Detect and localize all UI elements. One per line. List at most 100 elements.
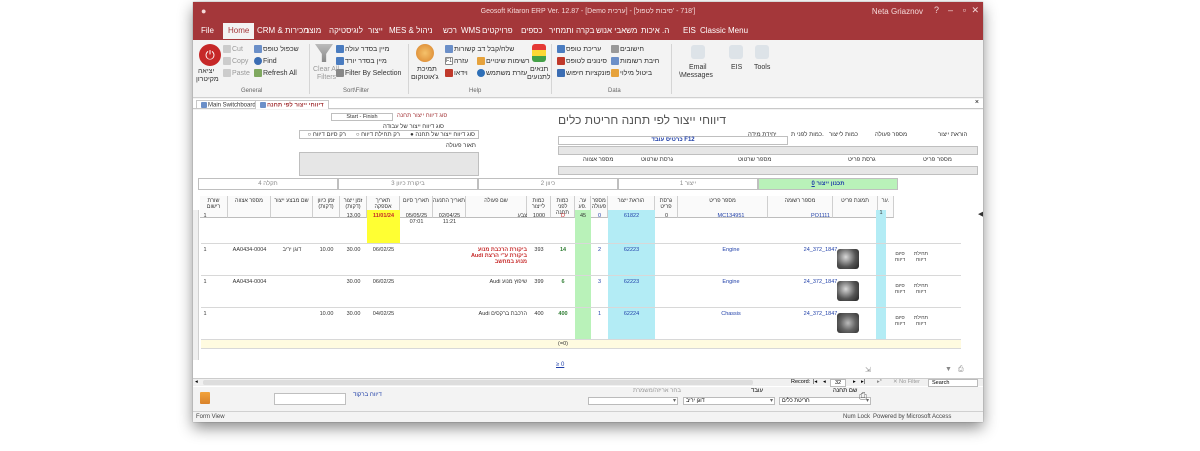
tab-production-planning[interactable]: תכנון ייצור 0: [758, 178, 898, 190]
paste-button[interactable]: Paste: [223, 69, 250, 77]
eis-label[interactable]: EIS: [731, 64, 742, 71]
record-prev-icon[interactable]: ◂: [823, 379, 826, 385]
eis-icon[interactable]: [729, 45, 743, 59]
worker-dropdown[interactable]: דוגן יריב: [683, 397, 775, 405]
conditions-label[interactable]: תנאים: [530, 66, 548, 73]
email-icon[interactable]: [691, 45, 705, 59]
barcode-field[interactable]: [274, 393, 346, 405]
radio-start-only[interactable]: ○ רק תחילת דיווח: [356, 132, 400, 138]
copy-button[interactable]: Copy: [223, 57, 248, 65]
menu-logistics[interactable]: לוגיסטיקה: [329, 26, 363, 35]
tab-main-switchboard[interactable]: Main Switchboard: [196, 100, 261, 109]
shift-dropdown[interactable]: [588, 397, 678, 405]
close-tab-icon[interactable]: ×: [975, 99, 979, 106]
duplicate-form-button[interactable]: שכפול טופס: [254, 45, 299, 53]
scroll-left-icon[interactable]: ◂: [195, 379, 198, 385]
menu-purchase[interactable]: רכש: [443, 26, 457, 35]
maximize-icon[interactable]: ▫: [963, 5, 966, 15]
tools-label[interactable]: Tools: [754, 64, 770, 71]
record-next-icon[interactable]: ▸: [853, 379, 856, 385]
contact-button[interactable]: שלח/קבל דב קשורות: [445, 45, 514, 53]
calculations-button[interactable]: חישובים: [611, 45, 644, 53]
user-help-button[interactable]: עזרת משתמש: [477, 69, 527, 77]
support-label[interactable]: תמיכת: [417, 66, 437, 73]
close-icon[interactable]: ✕: [971, 5, 979, 16]
sum-link[interactable]: ≥ 0: [556, 362, 564, 368]
traffic-light-icon[interactable]: [532, 44, 546, 62]
search-functions-button[interactable]: פונקציות חיפוש: [557, 69, 611, 77]
table-row[interactable]: תחילת דיווח סיום דיווח 24_372_1847 Engin…: [201, 244, 961, 276]
help-icon[interactable]: ?: [934, 5, 939, 15]
records-count-button[interactable]: חיבת רשומות: [611, 57, 659, 65]
refresh-all-button[interactable]: Refresh All: [254, 69, 297, 77]
tab-setup-check[interactable]: ביקורת כיוון 3: [338, 178, 478, 190]
horizontal-scrollbar[interactable]: [203, 380, 753, 385]
end-report-button[interactable]: סיום דיווח: [891, 283, 909, 295]
form-filters-button[interactable]: סינונים לטופס: [557, 57, 607, 65]
start-finish-field[interactable]: Start - Finish: [331, 113, 393, 121]
exit-door-icon[interactable]: [200, 392, 210, 404]
help-button[interactable]: F1 עזרה: [445, 57, 468, 65]
printer-icon[interactable]: ⎙: [859, 391, 867, 402]
menu-control[interactable]: בקרה ותמחיר: [549, 26, 594, 35]
minimize-icon[interactable]: –: [948, 5, 953, 15]
menu-crm[interactable]: CRM & מכירות: [257, 26, 309, 35]
videos-button[interactable]: וידאו: [445, 69, 468, 77]
exit-label[interactable]: יציאה: [198, 68, 214, 75]
menu-wms[interactable]: WMS: [461, 26, 481, 35]
menu-file[interactable]: File: [201, 26, 214, 35]
support-icon[interactable]: [416, 44, 434, 62]
table-row[interactable]: 1 PO1111 MC134951 0 61822 0 45 D 1000 צב…: [201, 210, 961, 244]
end-report-button[interactable]: סיום דיווח: [891, 251, 909, 263]
sort-desc-button[interactable]: מיין בסדר יורד: [336, 57, 387, 65]
menu-mes[interactable]: MES & ניהול: [389, 26, 433, 35]
mid-info-row[interactable]: [558, 166, 978, 175]
messages-label[interactable]: \Messages: [679, 72, 713, 79]
end-report-button[interactable]: סיום דיווח: [891, 315, 909, 327]
menu-quality[interactable]: ה. איכות: [641, 26, 669, 35]
cancel-fill-button[interactable]: ביטול מילוי: [611, 69, 652, 77]
export-icon[interactable]: ⇲: [865, 366, 871, 374]
record-first-icon[interactable]: |◂: [813, 379, 817, 385]
email-label[interactable]: Email: [689, 64, 707, 71]
edit-form-button[interactable]: עריכת טופס: [557, 45, 601, 53]
menu-projects[interactable]: פרויקטים: [482, 26, 513, 35]
tools-icon[interactable]: [755, 45, 769, 59]
find-button[interactable]: Find: [254, 57, 277, 65]
tab-setup[interactable]: כיוון 2: [478, 178, 618, 190]
station-dropdown[interactable]: חריטת כלים: [779, 397, 871, 405]
record-new-icon[interactable]: ▸*: [877, 379, 882, 385]
top-info-row[interactable]: [558, 146, 978, 155]
tab-production-reports[interactable]: דיווחי ייצור לפי תחנה: [255, 100, 329, 109]
radio-station[interactable]: ● סוג דיווח ייצור של תחנה: [410, 132, 475, 138]
start-report-button[interactable]: תחילת דיווח: [911, 315, 931, 327]
filter-status[interactable]: ✕ No Filter: [893, 379, 920, 385]
tab-production[interactable]: ייצור 1: [618, 178, 758, 190]
filter-icon[interactable]: [315, 44, 333, 62]
change-lists-button[interactable]: רשימות שינויים: [477, 57, 530, 65]
menu-production[interactable]: ייצור: [368, 26, 383, 35]
search-input[interactable]: Search: [928, 379, 978, 387]
new-record-row[interactable]: (=0): [201, 340, 961, 349]
filter-small-icon[interactable]: ▼: [945, 366, 952, 373]
radio-end-only[interactable]: ○ רק סיום דיווח: [308, 132, 346, 138]
op-desc-field[interactable]: [299, 152, 479, 176]
record-selector-bar[interactable]: [193, 210, 199, 360]
start-report-button[interactable]: תחילת דיווח: [911, 283, 931, 295]
tab-fault[interactable]: תקלה 4: [198, 178, 338, 190]
menu-home[interactable]: Home: [223, 23, 255, 39]
start-report-button[interactable]: תחילת דיווח: [911, 251, 931, 263]
menu-classic[interactable]: Classic Menu: [700, 26, 748, 35]
record-position[interactable]: 32: [830, 379, 847, 387]
sort-asc-button[interactable]: מיין בסדר עולה: [336, 45, 389, 53]
print-icon[interactable]: ⎙: [958, 366, 964, 374]
menu-eis[interactable]: EIS: [683, 26, 696, 35]
scroll-arrow-icon[interactable]: ◀: [978, 210, 983, 218]
table-row[interactable]: תחילת דיווח סיום דיווח 24_372_1847 Engin…: [201, 276, 961, 308]
menu-finance[interactable]: כספים: [521, 26, 543, 35]
power-icon[interactable]: ⏻: [199, 44, 221, 66]
menu-hr[interactable]: משאבי אנוש: [596, 26, 637, 35]
filter-by-selection-button[interactable]: Filter By Selection: [336, 69, 401, 77]
cut-button[interactable]: Cut: [223, 45, 243, 53]
record-last-icon[interactable]: ▸|: [861, 379, 865, 385]
